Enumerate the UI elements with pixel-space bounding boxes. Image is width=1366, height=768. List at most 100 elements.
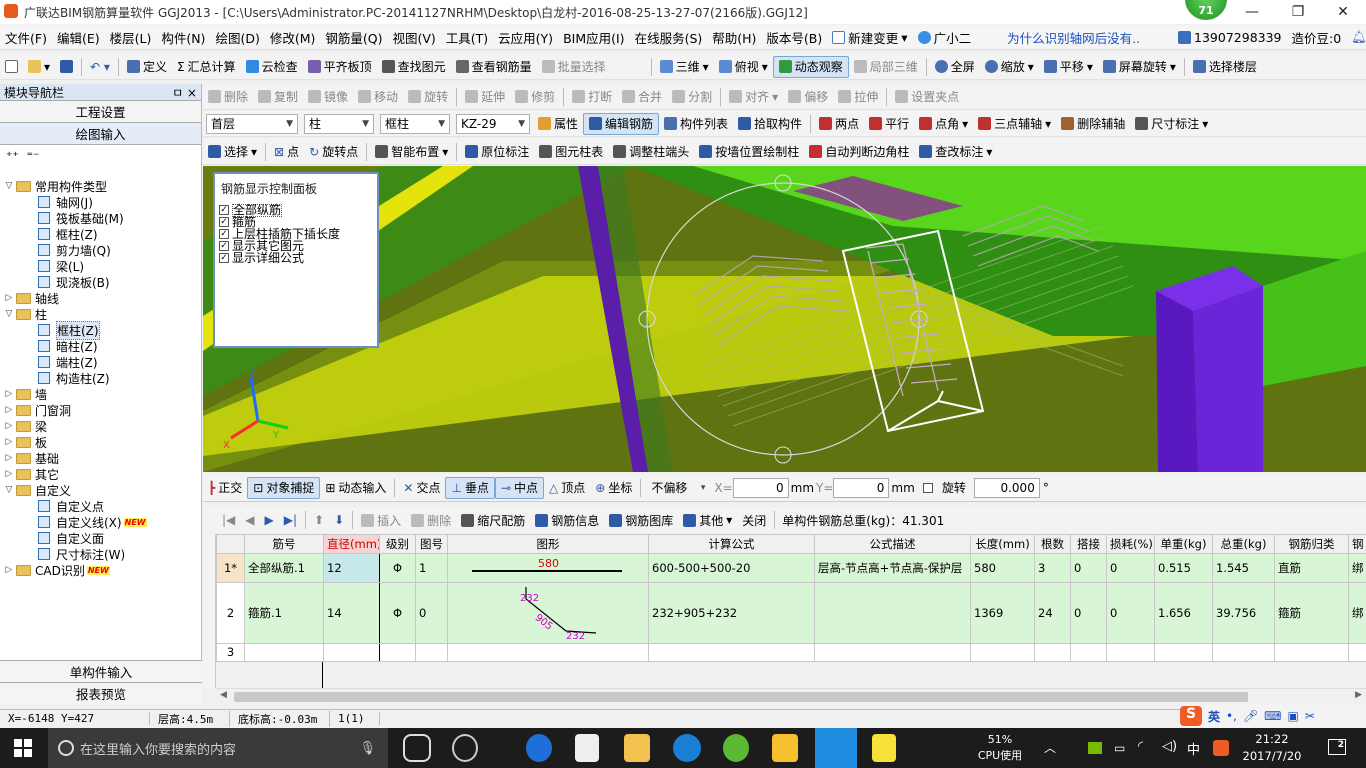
- menu-help[interactable]: 帮助(H): [707, 28, 761, 47]
- x-input[interactable]: 0: [732, 477, 789, 498]
- cell-diameter[interactable]: 12: [323, 552, 380, 584]
- dynamic-input-button[interactable]: ⊞ 动态输入: [320, 477, 391, 499]
- break-button[interactable]: 打断: [567, 86, 617, 108]
- tree-item[interactable]: 自定义点: [4, 498, 200, 514]
- gpu-tray-icon[interactable]: [1088, 742, 1102, 754]
- cell-category[interactable]: 箍筋: [1274, 582, 1349, 644]
- cell-length[interactable]: 1369: [970, 582, 1035, 644]
- rotate-screen-button[interactable]: 屏幕旋转 ▾: [1098, 56, 1181, 78]
- delete-aux-button[interactable]: 删除辅轴: [1056, 113, 1130, 135]
- cell-shape[interactable]: [447, 642, 649, 663]
- menu-element[interactable]: 构件(N): [156, 28, 210, 47]
- local-3d-button[interactable]: 局部三维: [849, 56, 923, 78]
- element-select[interactable]: KZ-29 ▼: [456, 113, 530, 134]
- tree-item[interactable]: 框柱(Z): [4, 320, 200, 340]
- three-point-aux-button[interactable]: 三点辅轴 ▾: [973, 113, 1056, 135]
- cell-unit-weight[interactable]: 1.656: [1154, 582, 1213, 644]
- menu-bim[interactable]: BIM应用(I): [558, 28, 630, 47]
- insert-button[interactable]: 插入: [356, 509, 406, 531]
- cloud-check-button[interactable]: 云检查: [241, 56, 303, 78]
- rebar-library-button[interactable]: 钢筋图库: [604, 509, 678, 531]
- collapse-icon[interactable]: ▽: [4, 181, 14, 191]
- help-app-icon[interactable]: [872, 734, 896, 762]
- cell-lap[interactable]: 0: [1070, 552, 1107, 584]
- cell-count[interactable]: 24: [1034, 582, 1071, 644]
- tree-folder[interactable]: ▷ 门窗洞: [4, 402, 200, 418]
- trim-button[interactable]: 修剪: [510, 86, 560, 108]
- tree-folder[interactable]: ▷ 墙: [4, 386, 200, 402]
- checkbox-checked-icon[interactable]: ✓: [219, 217, 229, 227]
- tree-item[interactable]: 自定义面: [4, 530, 200, 546]
- cell-figure-no[interactable]: [415, 642, 448, 663]
- y-input[interactable]: 0: [833, 477, 890, 498]
- stretch-button[interactable]: 拉伸: [833, 86, 883, 108]
- cell-length[interactable]: [970, 642, 1035, 663]
- subtype-select[interactable]: 框柱 ▼: [380, 113, 450, 134]
- cell-shape[interactable]: 232 905 232: [447, 582, 649, 644]
- project-settings-tab[interactable]: 工程设置: [0, 101, 201, 123]
- table-row[interactable]: 2 箍筋.1 14 Φ 0 232 905 232 232+905+232 13…: [216, 582, 1366, 644]
- rotate-input[interactable]: 0.000: [973, 477, 1040, 498]
- menu-draw[interactable]: 绘图(D): [210, 28, 264, 47]
- offset-button[interactable]: 偏移: [783, 86, 833, 108]
- tree-folder[interactable]: ▷ CAD识别 NEW: [4, 562, 200, 578]
- cell-formula-desc[interactable]: 层高-节点高+节点高-保护层: [814, 552, 971, 584]
- prev-record-icon[interactable]: ◀: [240, 509, 259, 531]
- clock[interactable]: 21:22 2017/7/20: [1240, 731, 1304, 765]
- align-slab-button[interactable]: 平齐板顶: [303, 56, 377, 78]
- tree-item[interactable]: 端柱(Z): [4, 354, 200, 370]
- menu-edit[interactable]: 编辑(E): [52, 28, 105, 47]
- merge-button[interactable]: 合并: [617, 86, 667, 108]
- cell-count[interactable]: [1034, 642, 1071, 663]
- other-button[interactable]: 其他 ▾: [678, 509, 737, 531]
- row-index[interactable]: 2: [216, 582, 245, 644]
- view-rebar-button[interactable]: 查看钢筋量: [451, 56, 537, 78]
- table-row[interactable]: 3: [216, 642, 1366, 663]
- tree-folder[interactable]: ▷ 轴线: [4, 290, 200, 306]
- fullscreen-button[interactable]: 全屏: [930, 56, 980, 78]
- help-link[interactable]: 为什么识别轴网后没有..: [1002, 28, 1145, 47]
- cell-figure-no[interactable]: 1: [415, 552, 448, 584]
- taskbar-search[interactable]: 在这里输入你要搜索的内容 🎙︎: [48, 728, 388, 768]
- menu-online[interactable]: 在线服务(S): [630, 28, 708, 47]
- tree-item[interactable]: 框柱(Z): [4, 226, 200, 242]
- expand-icon[interactable]: ▷: [4, 405, 14, 415]
- draw-input-tab[interactable]: 绘图输入: [0, 123, 201, 145]
- punctuation-icon[interactable]: •,: [1226, 709, 1237, 723]
- new-change-button[interactable]: 新建变更 ▾: [827, 28, 912, 47]
- next-record-icon[interactable]: ▶: [260, 509, 279, 531]
- cell-category[interactable]: [1274, 642, 1349, 663]
- align-button[interactable]: 对齐 ▾: [724, 86, 783, 108]
- ime-language[interactable]: 中: [1187, 739, 1200, 758]
- expand-all-icon[interactable]: ⁺⁺: [6, 149, 19, 163]
- vertex-snap-button[interactable]: △ 顶点: [544, 477, 590, 499]
- move-down-icon[interactable]: ⬇: [329, 509, 349, 531]
- menu-file[interactable]: 文件(F): [0, 28, 52, 47]
- delete-button[interactable]: 删除: [203, 86, 253, 108]
- menu-modify[interactable]: 修改(M): [265, 28, 321, 47]
- task-view-icon[interactable]: [403, 734, 431, 762]
- cell-total-weight[interactable]: 39.756: [1212, 582, 1275, 644]
- expand-icon[interactable]: ▷: [4, 453, 14, 463]
- cell-lap[interactable]: [1070, 642, 1107, 663]
- cell-unit-weight[interactable]: 0.515: [1154, 552, 1213, 584]
- cell-loss[interactable]: 0: [1106, 552, 1155, 584]
- tray-expand-icon[interactable]: ︿: [1044, 739, 1056, 756]
- split-button[interactable]: 分割: [667, 86, 717, 108]
- dimension-button[interactable]: 尺寸标注 ▾: [1130, 113, 1213, 135]
- origin-label-button[interactable]: 原位标注: [460, 141, 534, 163]
- first-record-icon[interactable]: |◀: [217, 509, 240, 531]
- checkbox-checked-icon[interactable]: ✓: [219, 205, 229, 215]
- two-point-button[interactable]: 两点: [814, 113, 864, 135]
- move-button[interactable]: 移动: [353, 86, 403, 108]
- tools-icon[interactable]: ✂: [1305, 709, 1315, 723]
- expand-icon[interactable]: ▷: [4, 421, 14, 431]
- cell-bar-no[interactable]: 全部纵筋.1: [244, 552, 324, 584]
- close-button[interactable]: ✕: [1320, 0, 1366, 24]
- tree-folder[interactable]: ▷ 板: [4, 434, 200, 450]
- pan-button[interactable]: 平移 ▾: [1039, 56, 1098, 78]
- intersect-snap-button[interactable]: ✕ 交点: [398, 477, 445, 499]
- tree-folder[interactable]: ▽ 自定义: [4, 482, 200, 498]
- pin-close-icon[interactable]: ㅁ ×: [172, 84, 197, 101]
- collapse-icon[interactable]: ▽: [4, 485, 14, 495]
